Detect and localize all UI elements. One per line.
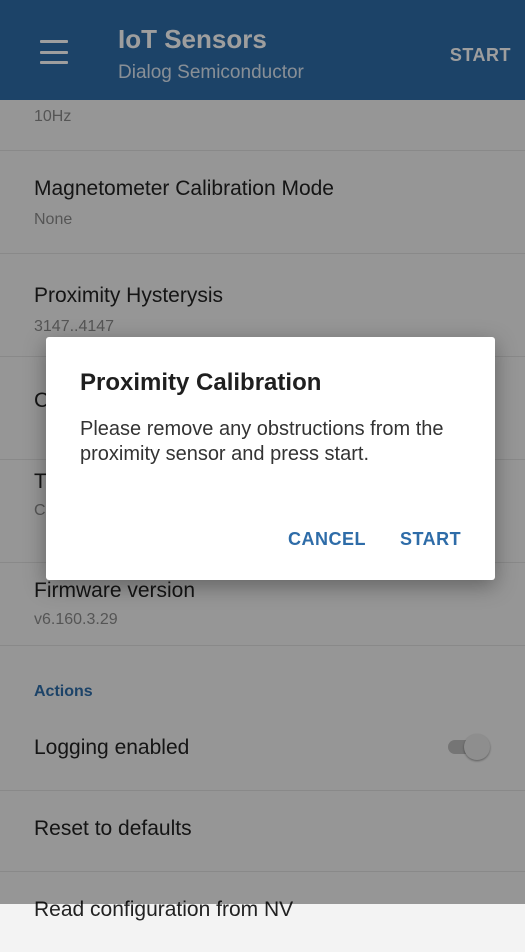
cancel-button[interactable]: CANCEL: [288, 529, 366, 550]
dialog-title: Proximity Calibration: [80, 369, 322, 396]
proximity-calibration-dialog: Proximity Calibration Please remove any …: [46, 337, 495, 580]
start-button[interactable]: START: [400, 529, 461, 550]
dialog-message: Please remove any obstructions from the …: [80, 418, 444, 465]
